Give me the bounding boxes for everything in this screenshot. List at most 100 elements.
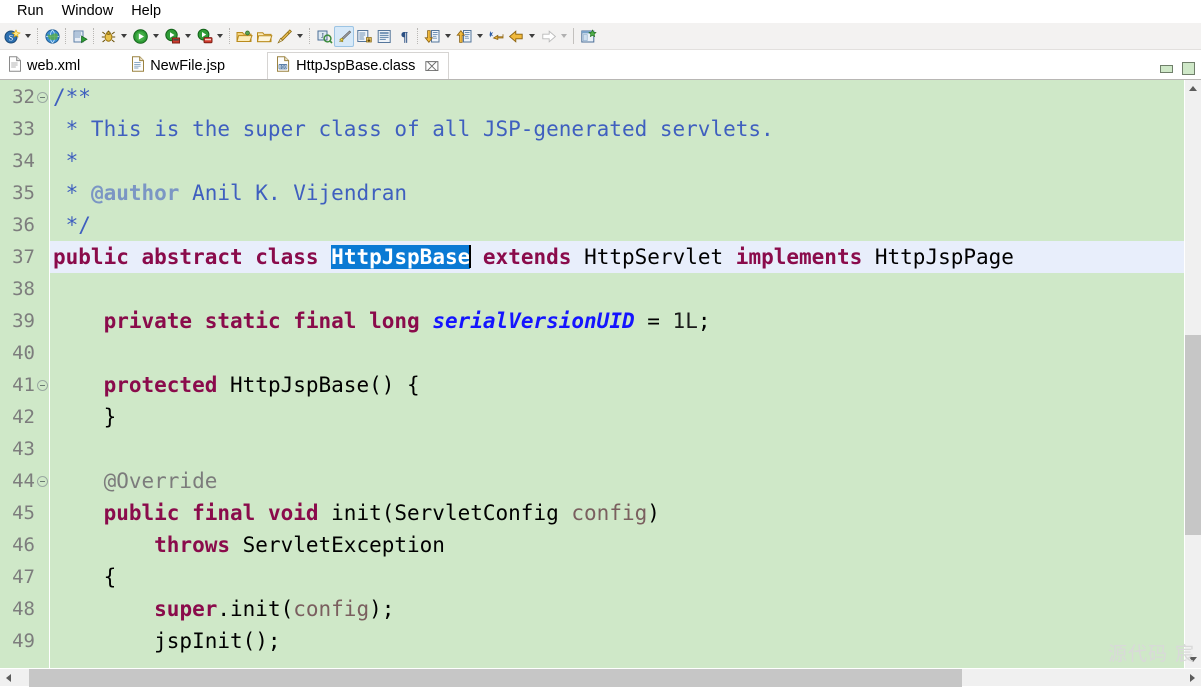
code-token: init(ServletConfig <box>319 501 572 525</box>
code-line[interactable]: public abstract class HttpJspBase extend… <box>50 241 1184 273</box>
vertical-scroll-thumb[interactable] <box>1185 335 1201 534</box>
code-line[interactable]: */ <box>50 209 1184 241</box>
code-line[interactable]: jspInit(); <box>50 625 1184 657</box>
code-token: public final void <box>104 501 319 525</box>
fold-empty <box>36 241 49 273</box>
code-line[interactable] <box>50 433 1184 465</box>
next-annotation-dropdown-arrow-icon[interactable] <box>442 26 454 47</box>
code-token: throws <box>154 533 230 557</box>
run-server-icon[interactable] <box>162 26 182 47</box>
last-edit-location-icon[interactable] <box>486 26 506 47</box>
line-number: 41 <box>0 369 36 401</box>
code-token: protected <box>104 373 218 397</box>
code-line[interactable]: } <box>50 401 1184 433</box>
open-web-browser-icon[interactable] <box>42 26 62 47</box>
tab-newfile-jsp[interactable]: NewFile.jsp <box>123 52 234 79</box>
code-text-area[interactable]: /** * This is the super class of all JSP… <box>50 80 1184 668</box>
horizontal-scroll-thumb[interactable] <box>29 669 963 687</box>
back-dropdown-arrow-icon[interactable] <box>526 26 538 47</box>
code-line[interactable]: super.init(config); <box>50 593 1184 625</box>
code-line[interactable]: * This is the super class of all JSP-gen… <box>50 113 1184 145</box>
fold-collapse-icon[interactable] <box>36 465 49 497</box>
line-number: 40 <box>0 337 36 369</box>
line-number: 37 <box>0 241 36 273</box>
fold-minus-icon[interactable] <box>37 92 48 103</box>
fold-empty <box>36 209 49 241</box>
line-number: 44 <box>0 465 36 497</box>
menu-item-run[interactable]: Run <box>8 2 53 21</box>
code-token: * <box>53 181 91 205</box>
new-wizard-dropdown-arrow-icon[interactable] <box>22 26 34 47</box>
scroll-right-button[interactable] <box>1184 669 1201 686</box>
open-folder-icon[interactable] <box>234 26 254 47</box>
code-line[interactable]: throws ServletException <box>50 529 1184 561</box>
fold-minus-icon[interactable] <box>37 380 48 391</box>
editor-tab-bar: web.xml NewFile.jsp 010 HttpJspBase.clas… <box>0 50 1201 79</box>
code-token <box>470 245 483 269</box>
previous-annotation-dropdown-arrow-icon[interactable] <box>474 26 486 47</box>
forward-arrow-icon[interactable] <box>538 26 558 47</box>
code-token: config <box>571 501 647 525</box>
previous-annotation-icon[interactable] <box>454 26 474 47</box>
run-last-tool-icon[interactable] <box>70 26 90 47</box>
vertical-scrollbar[interactable] <box>1184 80 1201 668</box>
new-folder-icon[interactable] <box>254 26 274 47</box>
code-editor: 323334353637383940414243444546474849 /**… <box>0 79 1201 668</box>
code-line[interactable]: { <box>50 561 1184 593</box>
vertical-scroll-track[interactable] <box>1185 97 1201 651</box>
code-line[interactable]: /** <box>50 81 1184 113</box>
marker-dropdown-arrow-icon[interactable] <box>294 26 306 47</box>
open-perspective-icon[interactable] <box>578 26 598 47</box>
line-number: 48 <box>0 593 36 625</box>
code-token: private static final long <box>104 309 420 333</box>
minimize-button[interactable] <box>1160 65 1173 73</box>
code-line[interactable]: protected HttpJspBase() { <box>50 369 1184 401</box>
back-arrow-icon[interactable] <box>506 26 526 47</box>
code-line[interactable]: * @author Anil K. Vijendran <box>50 177 1184 209</box>
code-line[interactable] <box>50 337 1184 369</box>
fold-collapse-icon[interactable] <box>36 81 49 113</box>
tab-web-xml[interactable]: web.xml <box>0 52 89 79</box>
new-wizard-icon[interactable]: S <box>2 26 22 47</box>
code-line[interactable]: public final void init(ServletConfig con… <box>50 497 1184 529</box>
code-token: ) <box>647 501 660 525</box>
fold-collapse-icon[interactable] <box>36 369 49 401</box>
next-annotation-icon[interactable] <box>422 26 442 47</box>
menu-item-window[interactable]: Window <box>53 2 123 21</box>
close-icon[interactable]: ⌧ <box>424 60 439 73</box>
code-line[interactable] <box>50 273 1184 305</box>
code-line[interactable]: private static final long serialVersionU… <box>50 305 1184 337</box>
forward-dropdown-arrow-icon[interactable] <box>558 26 570 47</box>
scroll-down-button[interactable] <box>1185 651 1201 668</box>
scroll-up-button[interactable] <box>1185 80 1201 97</box>
horizontal-scroll-track[interactable] <box>17 669 1184 687</box>
toolbar-separator <box>573 28 575 44</box>
block-selection-icon[interactable] <box>354 26 374 47</box>
run-dropdown-arrow-icon[interactable] <box>150 26 162 47</box>
fold-empty <box>36 177 49 209</box>
run-play-icon[interactable] <box>130 26 150 47</box>
code-token: = <box>635 309 673 333</box>
stop-server-dropdown-arrow-icon[interactable] <box>214 26 226 47</box>
marker-pen-icon[interactable] <box>274 26 294 47</box>
debug-dropdown-arrow-icon[interactable] <box>118 26 130 47</box>
code-line[interactable]: * <box>50 145 1184 177</box>
svg-text:¶: ¶ <box>400 30 408 45</box>
scroll-left-button[interactable] <box>0 669 17 686</box>
run-server-dropdown-arrow-icon[interactable] <box>182 26 194 47</box>
fold-minus-icon[interactable] <box>37 476 48 487</box>
debug-bug-icon[interactable] <box>98 26 118 47</box>
svg-text:010: 010 <box>279 64 288 70</box>
tab-httpjspbase-class[interactable]: 010 HttpJspBase.class ⌧ <box>267 52 449 79</box>
pilcrow-icon[interactable]: ¶ <box>394 26 414 47</box>
menu-item-help[interactable]: Help <box>122 2 170 21</box>
toolbar-separator <box>229 28 231 44</box>
highlight-pen-icon[interactable] <box>334 26 354 47</box>
code-line[interactable]: @Override <box>50 465 1184 497</box>
horizontal-scrollbar[interactable] <box>0 668 1201 686</box>
maximize-button[interactable] <box>1182 62 1195 75</box>
stop-server-icon[interactable] <box>194 26 214 47</box>
code-token: extends <box>483 245 572 269</box>
search-class-icon[interactable]: J <box>314 26 334 47</box>
show-whitespace-icon[interactable] <box>374 26 394 47</box>
